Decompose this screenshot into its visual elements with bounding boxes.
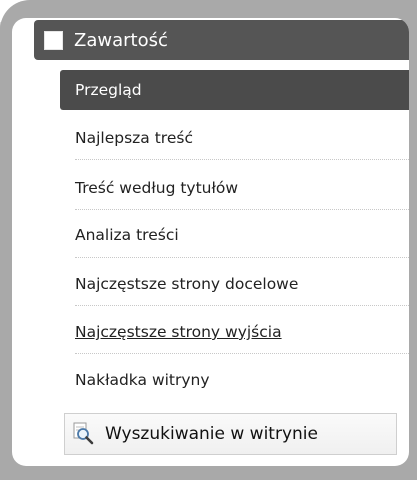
menu-item-top-exit-pages[interactable]: Najczęstsze strony wyjścia	[60, 312, 409, 352]
menu-item-top-landing-pages[interactable]: Najczęstsze strony docelowe	[60, 264, 409, 304]
menu-item-content-analysis[interactable]: Analiza treści	[60, 215, 409, 255]
menu-divider	[75, 159, 409, 160]
menu-item-label: Najczęstsze strony docelowe	[75, 275, 299, 293]
menu-item-label: Treść według tytułów	[75, 179, 239, 197]
menu-item-content-by-title[interactable]: Treść według tytułów	[60, 168, 409, 208]
section-title: Zawartość	[74, 29, 168, 51]
menu-item-site-overlay[interactable]: Nakładka witryny	[60, 360, 409, 400]
menu-item-label: Nakładka witryny	[75, 371, 210, 389]
menu-item-top-content[interactable]: Najlepsza treść	[60, 118, 409, 158]
menu-item-overview[interactable]: Przegląd	[60, 70, 409, 110]
site-search-label: Wyszukiwanie w witrynie	[105, 424, 318, 444]
menu-item-label: Analiza treści	[75, 226, 179, 244]
content-menu-panel: Zawartość Przegląd Najlepsza treść Treść…	[12, 18, 409, 466]
magnifier-page-icon	[73, 422, 94, 445]
checkbox-icon[interactable]	[44, 30, 63, 50]
menu-item-label: Najlepsza treść	[75, 129, 193, 147]
menu-divider	[75, 353, 409, 354]
menu-item-label: Przegląd	[75, 81, 142, 99]
section-header-content[interactable]: Zawartość	[34, 20, 409, 60]
menu-divider	[75, 305, 409, 306]
menu-divider	[75, 257, 409, 258]
menu-item-label: Najczęstsze strony wyjścia	[75, 323, 282, 341]
site-search-button[interactable]: Wyszukiwanie w witrynie	[64, 413, 397, 455]
menu-divider	[75, 209, 409, 210]
